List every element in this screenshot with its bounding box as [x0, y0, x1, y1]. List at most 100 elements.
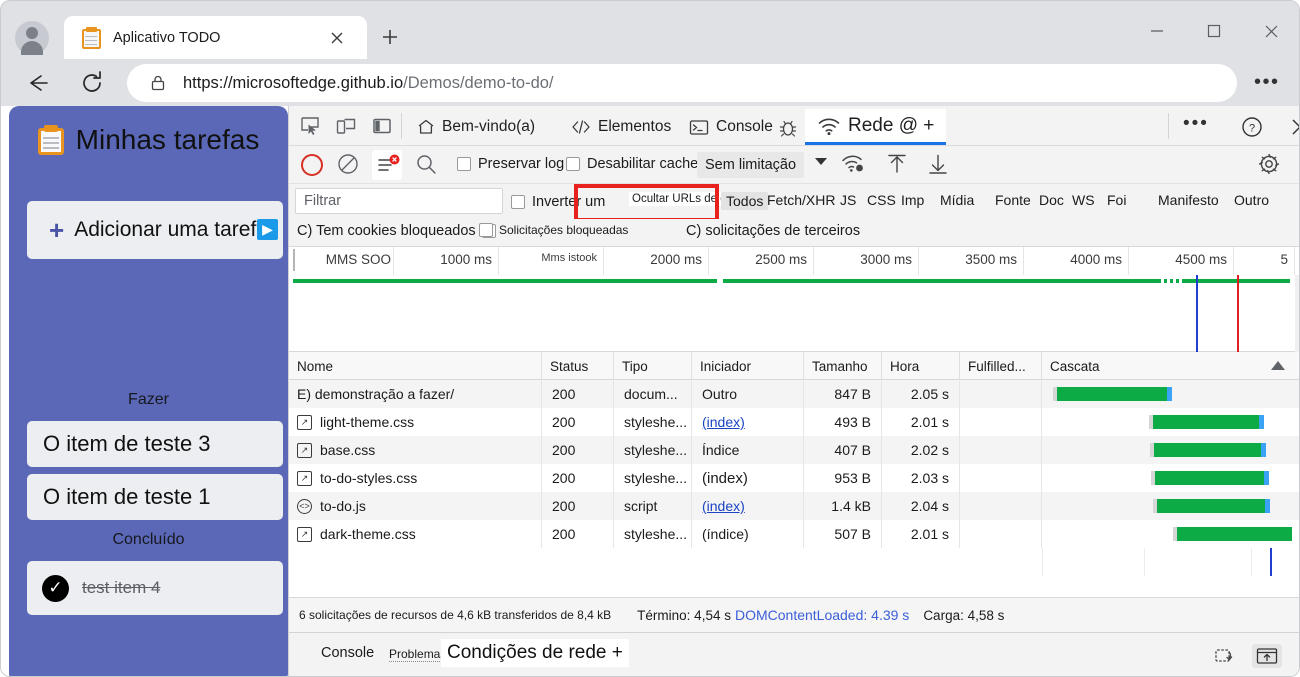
- initiator-link[interactable]: (index): [702, 414, 745, 430]
- devtools-close-icon[interactable]: [1289, 116, 1299, 138]
- overview-band-gap: [717, 279, 723, 283]
- export-har-icon[interactable]: [926, 152, 952, 178]
- network-overview-timeline[interactable]: MMS SOO 1000 ms Mms istook 2000 ms 2500 …: [289, 247, 1299, 352]
- expand-drawer-icon[interactable]: [1252, 644, 1282, 668]
- list-item[interactable]: ✓ test item 4: [27, 561, 283, 615]
- back-button[interactable]: [22, 68, 52, 98]
- search-icon[interactable]: [414, 152, 440, 178]
- import-har-icon[interactable]: [885, 152, 911, 178]
- filter-type-outro[interactable]: Outro: [1234, 192, 1269, 208]
- home-icon: [417, 118, 435, 136]
- chevron-down-icon[interactable]: [815, 158, 827, 165]
- third-party-checkbox[interactable]: C) solicitações de terceiros: [686, 223, 860, 239]
- add-task-button[interactable]: + Adicionar uma tarefa ▶: [27, 201, 283, 259]
- filter-type-js[interactable]: JS: [840, 192, 856, 208]
- drawer-tab-network-conditions[interactable]: Condições de rede +: [441, 639, 629, 667]
- cell-initiator[interactable]: (index): [692, 408, 804, 436]
- filter-type-fetch-xhr[interactable]: Fetch/XHR: [767, 192, 835, 208]
- column-header-time[interactable]: Hora: [882, 352, 960, 380]
- column-header-initiator[interactable]: Iniciador: [692, 352, 804, 380]
- check-icon[interactable]: ✓: [42, 574, 69, 602]
- window-close-button[interactable]: [1249, 15, 1294, 47]
- list-item[interactable]: O item de teste 3: [27, 421, 283, 467]
- scrollbar[interactable]: [1295, 275, 1299, 352]
- checkbox-box[interactable]: [566, 157, 580, 171]
- filter-type-manifesto[interactable]: Manifesto: [1158, 192, 1219, 208]
- record-stop-icon[interactable]: [299, 152, 325, 178]
- filter-type-css[interactable]: CSS: [867, 192, 896, 208]
- table-row[interactable]: ↗ light-theme.css 200 styleshe... (index…: [289, 408, 1299, 436]
- table-row[interactable]: E) demonstração a fazer/ 200 docum... Ou…: [289, 380, 1299, 408]
- tab-strip: Aplicativo TODO: [1, 1, 1299, 59]
- tab-console[interactable]: Console: [689, 112, 773, 142]
- gear-icon[interactable]: [1257, 152, 1283, 178]
- ruler-label: Mms istook: [541, 252, 597, 264]
- drawer-tab-console[interactable]: Console: [321, 645, 374, 661]
- list-item[interactable]: O item de teste 1: [27, 474, 283, 520]
- tab-elements[interactable]: Elementos: [571, 112, 671, 142]
- tab-network[interactable]: Rede @ +: [805, 109, 947, 145]
- window-minimize-button[interactable]: [1134, 15, 1179, 47]
- profile-avatar[interactable]: [15, 21, 49, 55]
- drawer-tab-issues[interactable]: Problemas: [389, 647, 447, 662]
- checkbox-box[interactable]: [457, 157, 471, 171]
- column-header-size[interactable]: Tamanho: [804, 352, 882, 380]
- browser-window: Aplicativo TODO https://microsoftedge.gi…: [0, 0, 1300, 677]
- filter-type-ws[interactable]: WS: [1072, 192, 1095, 208]
- reload-button[interactable]: [77, 68, 107, 98]
- device-toolbar-icon[interactable]: [333, 114, 359, 138]
- column-header-waterfall[interactable]: Cascata: [1042, 352, 1299, 380]
- dock-side-icon[interactable]: [369, 114, 395, 138]
- throttle-label: Sem limitação: [705, 157, 797, 173]
- column-header-status[interactable]: Status: [542, 352, 614, 380]
- column-header-name[interactable]: Nome: [289, 352, 542, 380]
- disable-cache-checkbox[interactable]: Desabilitar cache: [566, 156, 698, 172]
- overview-activity-band: [293, 279, 1290, 283]
- filter-type-todos[interactable]: Todos: [721, 192, 769, 210]
- network-conditions-icon[interactable]: [841, 152, 867, 178]
- preserve-log-checkbox[interactable]: Preservar log: [457, 156, 564, 172]
- divider: [401, 113, 402, 139]
- filter-type-imp[interactable]: Imp: [901, 192, 924, 208]
- browser-more-button[interactable]: •••: [1254, 72, 1280, 92]
- bug-icon[interactable]: [776, 116, 800, 140]
- initiator-link[interactable]: (index): [702, 498, 745, 514]
- column-header-fulfilled[interactable]: Fulfilled...: [960, 352, 1042, 380]
- table-row[interactable]: ↗ to-do-styles.css 200 styleshe... (inde…: [289, 464, 1299, 492]
- filter-type-midia[interactable]: Mídia: [940, 192, 974, 208]
- request-name: dark-theme.css: [320, 526, 416, 542]
- checkbox-box[interactable]: [511, 195, 525, 209]
- filter-type-fonte[interactable]: Fonte: [995, 192, 1031, 208]
- filter-type-doc[interactable]: Doc: [1039, 192, 1064, 208]
- cell-initiator[interactable]: (index): [692, 492, 804, 520]
- invert-filter-checkbox[interactable]: Inverter um: [511, 194, 605, 210]
- sort-ascending-icon[interactable]: [1271, 361, 1285, 370]
- filter-input[interactable]: Filtrar: [295, 188, 503, 214]
- column-header-type[interactable]: Tipo: [614, 352, 692, 380]
- blocked-cookies-checkbox[interactable]: C) Tem cookies bloqueados: [297, 223, 496, 239]
- table-row[interactable]: ↗ base.css 200 styleshe... Índice 407 B …: [289, 436, 1299, 464]
- throttle-select[interactable]: Sem limitação: [697, 152, 805, 178]
- table-row[interactable]: ↗ dark-theme.css 200 styleshe... (índice…: [289, 520, 1299, 548]
- devtools-more-button[interactable]: •••: [1183, 114, 1209, 133]
- blocked-requests-checkbox[interactable]: Solicitações bloqueadas: [479, 223, 628, 237]
- inspect-element-icon[interactable]: [297, 114, 323, 138]
- restore-drawer-icon[interactable]: [1214, 645, 1238, 667]
- filter-type-foi[interactable]: Foi: [1107, 192, 1126, 208]
- cell-time: 2.05 s: [882, 380, 960, 408]
- table-row[interactable]: <> to-do.js 200 script (index) 1.4 kB 2.…: [289, 492, 1299, 520]
- browser-tab[interactable]: Aplicativo TODO: [64, 16, 367, 59]
- help-icon[interactable]: ?: [1241, 116, 1263, 138]
- close-icon[interactable]: [327, 28, 347, 48]
- filter-icon[interactable]: [372, 150, 402, 180]
- tab-network-label: Rede @ +: [848, 114, 935, 136]
- tab-welcome[interactable]: Bem-vindo(a): [417, 112, 535, 142]
- ruler-label: 2500 ms: [755, 252, 807, 267]
- checkbox-box[interactable]: [479, 223, 493, 237]
- todo-app-panel: Minhas tarefas + Adicionar uma tarefa ▶ …: [9, 106, 288, 676]
- address-input[interactable]: https://microsoftedge.github.io/Demos/de…: [127, 64, 1237, 102]
- window-maximize-button[interactable]: [1191, 15, 1236, 47]
- tab-console-label: Console: [716, 118, 773, 135]
- clear-icon[interactable]: [336, 152, 362, 178]
- new-tab-button[interactable]: [376, 23, 404, 51]
